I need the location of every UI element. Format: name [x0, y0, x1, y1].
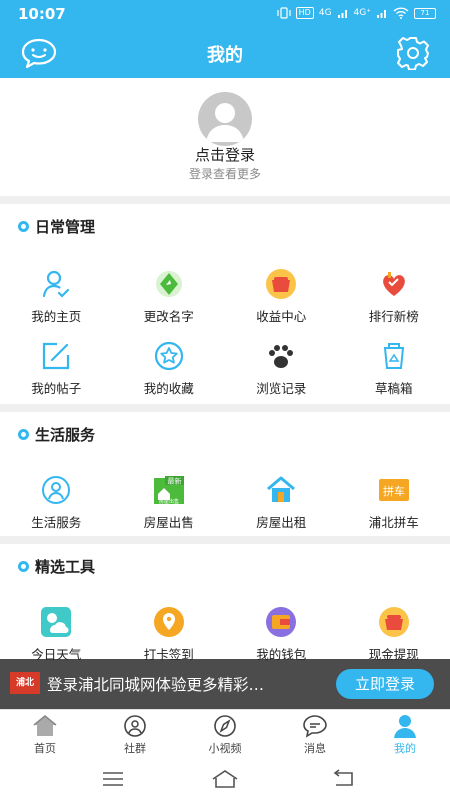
checkin-icon — [153, 607, 184, 637]
gear-icon[interactable] — [396, 36, 430, 70]
section-title: 生活服务 — [35, 426, 96, 444]
wallet-icon — [266, 607, 297, 637]
recycle-bin-icon — [383, 343, 404, 369]
grid-item-life-service[interactable]: 生活服务 — [0, 474, 113, 546]
bottom-tab-bar: 首页 社群 小视频 消息 我的 — [0, 709, 450, 761]
grid-item-house-rent[interactable]: 房屋出租 — [225, 474, 338, 546]
weather-icon — [41, 607, 72, 637]
tab-mine[interactable]: 我的 — [360, 710, 450, 761]
tab-label: 首页 — [34, 742, 56, 755]
section-title: 日常管理 — [35, 218, 96, 236]
community-icon — [124, 715, 146, 737]
grid-item-label: 浦北拼车 — [368, 515, 419, 530]
daily-grid: 我的主页 更改名字 收益中心 排行新榜 我的帖子 我的收藏 浏览记录 草稿箱 — [0, 268, 450, 412]
tab-short-video[interactable]: 小视频 — [180, 710, 270, 761]
grid-item-my-homepage[interactable]: 我的主页 — [0, 268, 113, 340]
life-grid: 生活服务 最新房屋出售 房屋出售 房屋出租 拼车 浦北拼车 — [0, 474, 450, 546]
grid-item-label: 收益中心 — [256, 309, 307, 324]
service-person-icon — [42, 476, 71, 504]
grid-item-income-center[interactable]: 收益中心 — [225, 268, 338, 340]
system-nav-bar — [0, 761, 450, 800]
grid-item-rename[interactable]: 更改名字 — [113, 268, 226, 340]
edit-post-icon — [43, 342, 70, 370]
signal-4g-label: 4G — [318, 8, 332, 18]
signal-4g-plus-label: 4G⁺ — [353, 8, 371, 18]
grid-item-label: 我的帖子 — [31, 381, 82, 396]
grid-item-label: 房屋出售 — [143, 515, 194, 530]
grid-item-carpool[interactable]: 拼车 浦北拼车 — [338, 474, 450, 546]
section-header: 生活服务 — [18, 424, 95, 445]
status-icons: HD 4G 4G⁺ 71 — [277, 7, 436, 19]
grid-item-drafts[interactable]: 草稿箱 — [338, 340, 450, 412]
page-title: 我的 — [207, 45, 243, 66]
grid-item-label: 浏览记录 — [256, 381, 307, 396]
house-rent-icon — [267, 476, 296, 502]
grid-item-favorites[interactable]: 我的收藏 — [113, 340, 226, 412]
message-icon — [303, 715, 327, 738]
rename-icon — [155, 271, 182, 297]
ranking-heart-icon — [382, 272, 405, 296]
hd-badge: HD — [295, 7, 314, 19]
grid-item-label: 生活服务 — [31, 515, 82, 530]
section-dot-icon — [18, 221, 29, 232]
title-bar: 我的 — [0, 28, 450, 78]
back-icon[interactable] — [330, 769, 356, 789]
section-header: 精选工具 — [18, 556, 95, 577]
grid-item-label: 排行新榜 — [368, 309, 419, 324]
selected-tools-section: 精选工具 今日天气 打卡签到 我的钱包 现金提现 — [0, 544, 450, 662]
compass-icon — [214, 715, 236, 737]
section-title: 精选工具 — [35, 558, 96, 576]
grid-item-label: 草稿箱 — [374, 381, 413, 396]
status-bar: 10:07 HD 4G 4G⁺ 71 — [0, 0, 450, 28]
grid-item-label: 房屋出租 — [256, 515, 307, 530]
login-banner: 浦北 登录浦北同城网体验更多精彩… 立即登录 — [0, 659, 450, 709]
house-sale-sub: 房屋出售 — [159, 498, 179, 505]
signal-bars-icon — [337, 9, 347, 18]
section-dot-icon — [18, 561, 29, 572]
tab-home[interactable]: 首页 — [0, 710, 90, 761]
grid-item-label: 我的主页 — [31, 309, 82, 324]
signal-bars-2-icon — [377, 9, 386, 18]
income-pot-icon — [266, 269, 297, 299]
grid-item-house-sale[interactable]: 最新房屋出售 房屋出售 — [113, 474, 226, 546]
battery-icon: 71 — [414, 7, 436, 19]
daily-management-section: 日常管理 我的主页 更改名字 收益中心 排行新榜 我的帖子 我的收藏 浏览记录 … — [0, 204, 450, 404]
profile-card[interactable]: 点击登录 登录查看更多 — [0, 78, 450, 196]
tab-label: 社群 — [124, 742, 146, 755]
life-services-section: 生活服务 生活服务 最新房屋出售 房屋出售 房屋出租 拼车 浦北拼车 — [0, 412, 450, 536]
tab-messages[interactable]: 消息 — [270, 710, 360, 761]
grid-item-label: 我的收藏 — [143, 381, 194, 396]
wifi-icon — [393, 7, 409, 19]
status-time: 10:07 — [18, 5, 66, 23]
menu-icon[interactable] — [100, 769, 126, 789]
grid-item-history[interactable]: 浏览记录 — [225, 340, 338, 412]
avatar[interactable] — [198, 92, 252, 146]
app-logo: 浦北 — [10, 672, 40, 694]
cash-pot-icon — [378, 607, 409, 637]
tab-community[interactable]: 社群 — [90, 710, 180, 761]
section-dot-icon — [18, 429, 29, 440]
login-now-button[interactable]: 立即登录 — [336, 669, 434, 699]
star-icon — [154, 341, 183, 371]
login-link[interactable]: 点击登录 — [0, 144, 450, 165]
paw-icon — [269, 345, 294, 368]
house-sale-icon: 最新房屋出售 — [153, 476, 184, 505]
house-sale-badge: 最新 — [167, 477, 181, 486]
grid-item-label: 更改名字 — [143, 309, 194, 324]
home-nav-icon[interactable] — [212, 769, 238, 789]
tab-label: 消息 — [304, 742, 326, 755]
grid-item-my-posts[interactable]: 我的帖子 — [0, 340, 113, 412]
login-subtitle: 登录查看更多 — [188, 167, 261, 181]
home-icon — [33, 715, 57, 736]
person-icon — [43, 270, 70, 298]
profile-icon — [394, 715, 416, 738]
banner-text: 登录浦北同城网体验更多精彩… — [47, 676, 265, 694]
tab-label: 小视频 — [208, 742, 242, 755]
carpool-sub: 拼车 — [383, 484, 405, 498]
vibrate-icon — [277, 7, 291, 19]
grid-item-ranking[interactable]: 排行新榜 — [338, 268, 450, 340]
section-header: 日常管理 — [18, 216, 95, 237]
tab-label: 我的 — [394, 742, 416, 755]
carpool-icon: 拼车 — [378, 479, 409, 501]
